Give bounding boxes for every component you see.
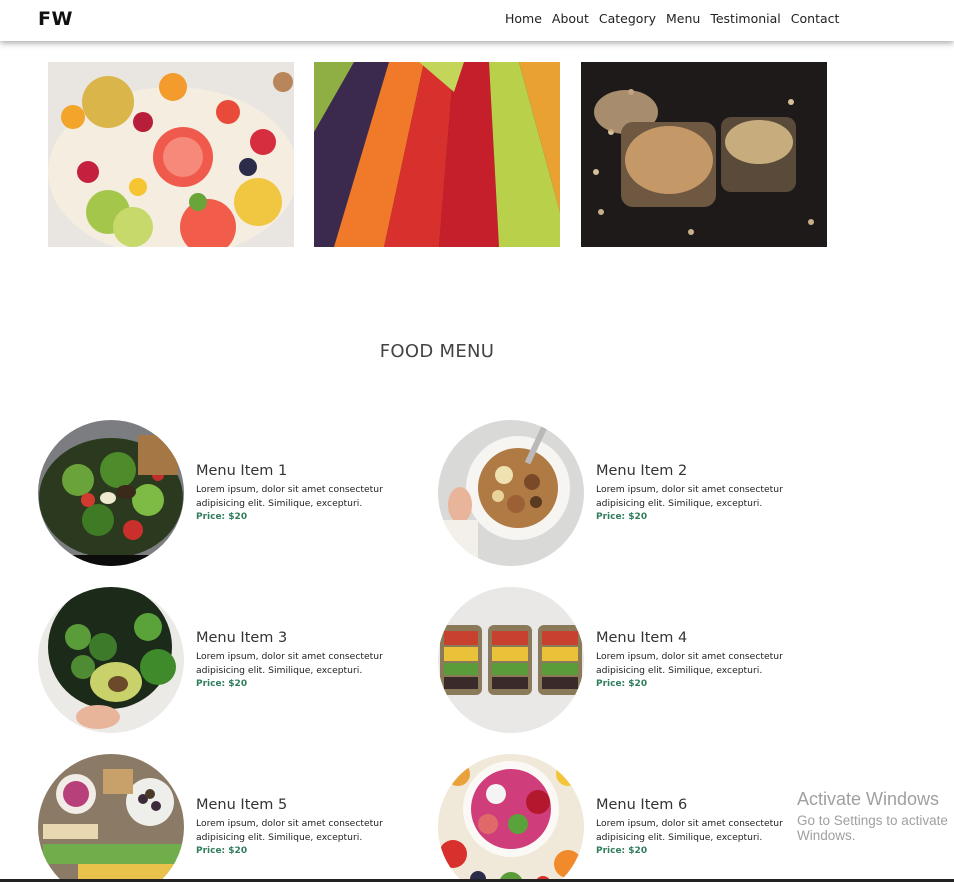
menu-item-title: Menu Item 3 xyxy=(196,630,288,646)
menu-item-title: Menu Item 2 xyxy=(596,463,688,479)
menu-item-title: Menu Item 5 xyxy=(196,797,288,813)
menu-item-image-bowl xyxy=(438,420,584,566)
windows-activation-watermark: Activate Windows Go to Settings to activ… xyxy=(797,789,954,843)
menu-item-text: Menu Item 2 Lorem ipsum, dolor sit amet … xyxy=(596,463,816,522)
watermark-title: Activate Windows xyxy=(797,789,940,809)
nav-home[interactable]: Home xyxy=(505,11,542,26)
menu-item-title: Menu Item 4 xyxy=(596,630,688,646)
menu-item-card: Menu Item 2 Lorem ipsum, dolor sit amet … xyxy=(438,420,818,570)
menu-item-image-salad xyxy=(38,420,184,566)
menu-item-description: Lorem ipsum, dolor sit amet consectetur … xyxy=(596,651,783,676)
nav-menu[interactable]: Menu xyxy=(666,11,700,26)
menu-item-price: Price: $20 xyxy=(196,846,248,856)
menu-item-description: Lorem ipsum, dolor sit amet consectetur … xyxy=(596,484,783,509)
menu-item-image-platter xyxy=(38,754,184,882)
nav-testimonial[interactable]: Testimonial xyxy=(710,11,780,26)
menu-item-card: Menu Item 6 Lorem ipsum, dolor sit amet … xyxy=(438,754,818,882)
menu-item-price: Price: $20 xyxy=(196,512,248,522)
menu-item-description: Lorem ipsum, dolor sit amet consectetur … xyxy=(196,818,383,843)
menu-item-title: Menu Item 6 xyxy=(596,797,688,813)
menu-item-price: Price: $20 xyxy=(196,679,248,689)
menu-item-description: Lorem ipsum, dolor sit amet consectetur … xyxy=(596,818,783,843)
menu-item-description: Lorem ipsum, dolor sit amet consectetur … xyxy=(196,484,383,509)
menu-item-price: Price: $20 xyxy=(596,512,648,522)
menu-item-text: Menu Item 5 Lorem ipsum, dolor sit amet … xyxy=(196,797,416,856)
menu-item-image-greens xyxy=(38,587,184,733)
nav-category[interactable]: Category xyxy=(599,11,656,26)
menu-item-text: Menu Item 4 Lorem ipsum, dolor sit amet … xyxy=(596,630,816,689)
menu-item-image-smoothie-bowl xyxy=(438,754,584,882)
menu-item-card: Menu Item 4 Lorem ipsum, dolor sit amet … xyxy=(438,587,818,737)
nav-links: Home About Category Menu Testimonial Con… xyxy=(505,11,839,26)
menu-item-text: Menu Item 3 Lorem ipsum, dolor sit amet … xyxy=(196,630,416,689)
menu-item-card: Menu Item 3 Lorem ipsum, dolor sit amet … xyxy=(38,587,418,737)
menu-item-image-meal-prep xyxy=(438,587,584,733)
menu-item-text: Menu Item 6 Lorem ipsum, dolor sit amet … xyxy=(596,797,816,856)
menu-item-text: Menu Item 1 Lorem ipsum, dolor sit amet … xyxy=(196,463,416,522)
menu-item-title: Menu Item 1 xyxy=(196,463,288,479)
menu-item-card: Menu Item 5 Lorem ipsum, dolor sit amet … xyxy=(38,754,418,882)
brand-logo[interactable]: FW xyxy=(38,8,73,30)
menu-item-description: Lorem ipsum, dolor sit amet consectetur … xyxy=(196,651,383,676)
nav-contact[interactable]: Contact xyxy=(791,11,840,26)
menu-item-price: Price: $20 xyxy=(596,679,648,689)
menu-item-card: Menu Item 1 Lorem ipsum, dolor sit amet … xyxy=(38,420,418,570)
gallery-image-fruit xyxy=(48,62,294,247)
section-title-food-menu: FOOD MENU xyxy=(379,341,495,362)
navbar: FW Home About Category Menu Testimonial … xyxy=(0,0,954,41)
menu-item-price: Price: $20 xyxy=(596,846,648,856)
nav-about[interactable]: About xyxy=(552,11,589,26)
watermark-subtitle: Go to Settings to activate Windows. xyxy=(797,813,948,843)
gallery-image-beans xyxy=(581,62,827,247)
gallery-image-vegetables xyxy=(314,62,560,247)
